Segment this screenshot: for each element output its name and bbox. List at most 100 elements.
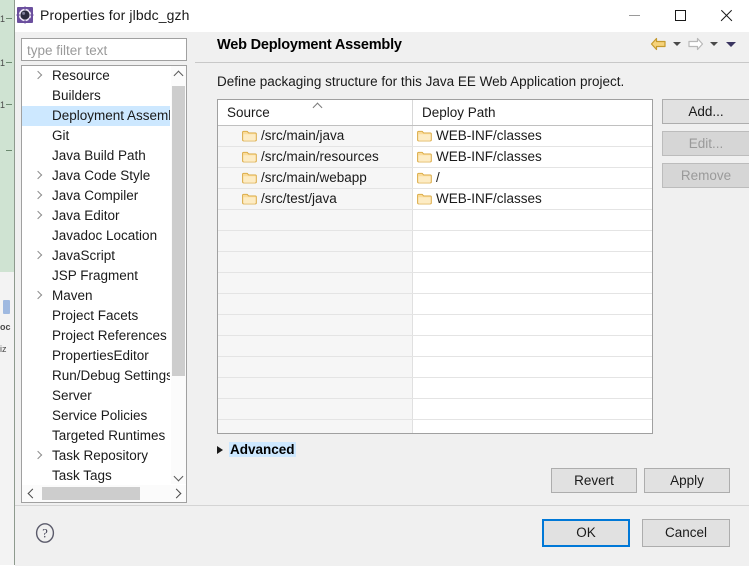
sidebar-item-label: Project Facets xyxy=(52,308,139,323)
folder-icon xyxy=(417,151,432,163)
add-button[interactable]: Add... xyxy=(662,99,749,124)
table-row[interactable]: /src/main/java WEB-INF/classes xyxy=(218,126,652,147)
edit-button: Edit... xyxy=(662,131,749,156)
table-row[interactable]: /src/main/webapp / xyxy=(218,168,652,189)
sidebar-item-builders[interactable]: Builders xyxy=(22,86,172,106)
tree-horizontal-scrollbar[interactable] xyxy=(22,484,186,502)
table-row-empty[interactable] xyxy=(218,420,652,433)
sidebar-item-targeted-runtimes[interactable]: Targeted Runtimes xyxy=(22,426,172,446)
sidebar-item-resource[interactable]: Resource xyxy=(22,66,172,86)
help-question-icon[interactable]: ? xyxy=(34,522,56,544)
cell-source xyxy=(218,420,412,433)
sidebar-item-java-compiler[interactable]: Java Compiler xyxy=(22,186,172,206)
folder-icon xyxy=(417,172,432,184)
cell-source xyxy=(218,315,412,335)
chevron-right-icon[interactable] xyxy=(33,286,43,306)
page-header: Web Deployment Assembly xyxy=(195,32,749,63)
column-header-deploy-path[interactable]: Deploy Path xyxy=(412,100,652,125)
minimize-button[interactable] xyxy=(611,0,657,31)
scroll-right-button[interactable] xyxy=(169,485,186,502)
sidebar-item-service-policies[interactable]: Service Policies xyxy=(22,406,172,426)
sidebar-item-maven[interactable]: Maven xyxy=(22,286,172,306)
table-row-empty[interactable] xyxy=(218,336,652,357)
forward-history-chevron-down-icon[interactable] xyxy=(710,42,718,46)
close-icon xyxy=(720,9,733,22)
dialog-body: type filter text Resource Builders Deploym… xyxy=(15,32,749,505)
ok-button[interactable]: OK xyxy=(542,519,630,547)
chevron-right-icon[interactable] xyxy=(33,206,43,226)
sidebar-item-java-editor[interactable]: Java Editor xyxy=(22,206,172,226)
page-menu-chevron-down-icon[interactable] xyxy=(726,41,736,47)
back-arrow-icon[interactable] xyxy=(650,37,667,51)
chevron-right-icon[interactable] xyxy=(33,186,43,206)
cancel-button[interactable]: Cancel xyxy=(642,519,730,547)
table-row-empty[interactable] xyxy=(218,357,652,378)
sidebar-item-jsp-fragment[interactable]: JSP Fragment xyxy=(22,266,172,286)
ide-text-fragment: 1 xyxy=(0,58,6,68)
table-row-empty[interactable] xyxy=(218,231,652,252)
settings-tree[interactable]: Resource Builders Deployment Assembly Git Ja… xyxy=(21,65,187,503)
chevron-right-icon[interactable] xyxy=(33,166,43,186)
cell-deploy-path: WEB-INF/classes xyxy=(412,189,652,209)
sidebar-item-javadoc-location[interactable]: Javadoc Location xyxy=(22,226,172,246)
tree-vertical-scrollbar[interactable] xyxy=(170,66,186,486)
sidebar-item-propertieseditor[interactable]: PropertiesEditor xyxy=(22,346,172,366)
dialog-title: Properties for jlbdc_gzh xyxy=(40,7,190,23)
scroll-left-button[interactable] xyxy=(22,485,39,502)
deployment-assembly-table[interactable]: Source Deploy Path /src/main/java WEB-INF… xyxy=(217,99,653,434)
sidebar-item-project-references[interactable]: Project References xyxy=(22,326,172,346)
close-button[interactable] xyxy=(703,0,749,31)
sidebar-item-task-repository[interactable]: Task Repository xyxy=(22,446,172,466)
chevron-right-icon xyxy=(171,488,181,499)
scrollbar-thumb[interactable] xyxy=(172,86,185,376)
scroll-up-button[interactable] xyxy=(171,66,186,82)
cell-source-label: /src/main/resources xyxy=(261,149,379,164)
revert-button[interactable]: Revert xyxy=(551,468,637,493)
table-row-empty[interactable] xyxy=(218,294,652,315)
sidebar-item-project-facets[interactable]: Project Facets xyxy=(22,306,172,326)
ide-line-tick xyxy=(6,150,12,151)
advanced-section-toggle[interactable]: Advanced xyxy=(217,442,296,457)
chevron-right-icon[interactable] xyxy=(33,246,43,266)
table-row[interactable]: /src/main/resources WEB-INF/classes xyxy=(218,147,652,168)
filter-input[interactable]: type filter text xyxy=(21,38,187,61)
ide-backdrop: 1 1 1 oc iz xyxy=(0,0,14,565)
table-row-empty[interactable] xyxy=(218,252,652,273)
cell-deploy-path xyxy=(412,210,652,230)
ide-icon-fragment xyxy=(3,300,10,314)
cell-deploy-path xyxy=(412,420,652,433)
cell-source: /src/main/resources xyxy=(218,147,412,167)
cell-source-label: /src/main/java xyxy=(261,128,345,143)
chevron-right-icon[interactable] xyxy=(33,66,43,86)
column-header-source[interactable]: Source xyxy=(218,100,421,125)
sidebar-item-java-build-path[interactable]: Java Build Path xyxy=(22,146,172,166)
sidebar-item-javascript[interactable]: JavaScript xyxy=(22,246,172,266)
table-row-empty[interactable] xyxy=(218,273,652,294)
sidebar-item-server[interactable]: Server xyxy=(22,386,172,406)
cell-deploy-path xyxy=(412,231,652,251)
cell-deploy-path xyxy=(412,378,652,398)
apply-button[interactable]: Apply xyxy=(644,468,730,493)
table-header-row: Source Deploy Path xyxy=(218,100,652,126)
table-row-empty[interactable] xyxy=(218,210,652,231)
sidebar-item-deployment-assembly[interactable]: Deployment Assembly xyxy=(22,106,172,126)
sidebar-item-task-tags[interactable]: Task Tags xyxy=(22,466,172,486)
cell-source: /src/test/java xyxy=(218,189,412,209)
minimize-icon xyxy=(628,15,640,16)
table-row[interactable]: /src/test/java WEB-INF/classes xyxy=(218,189,652,210)
folder-icon xyxy=(242,172,257,184)
table-row-empty[interactable] xyxy=(218,378,652,399)
eclipse-properties-icon xyxy=(16,6,34,24)
sidebar-item-java-code-style[interactable]: Java Code Style xyxy=(22,166,172,186)
table-row-empty[interactable] xyxy=(218,315,652,336)
sidebar-item-run-debug-settings[interactable]: Run/Debug Settings xyxy=(22,366,172,386)
table-body: /src/main/java WEB-INF/classes/src/main/r… xyxy=(218,126,652,433)
sidebar-item-git[interactable]: Git xyxy=(22,126,172,146)
cell-source: /src/main/java xyxy=(218,126,412,146)
cell-source xyxy=(218,294,412,314)
back-history-chevron-down-icon[interactable] xyxy=(673,42,681,46)
scrollbar-thumb-horizontal[interactable] xyxy=(42,487,140,500)
maximize-button[interactable] xyxy=(657,0,703,31)
chevron-right-icon[interactable] xyxy=(33,446,43,466)
table-row-empty[interactable] xyxy=(218,399,652,420)
